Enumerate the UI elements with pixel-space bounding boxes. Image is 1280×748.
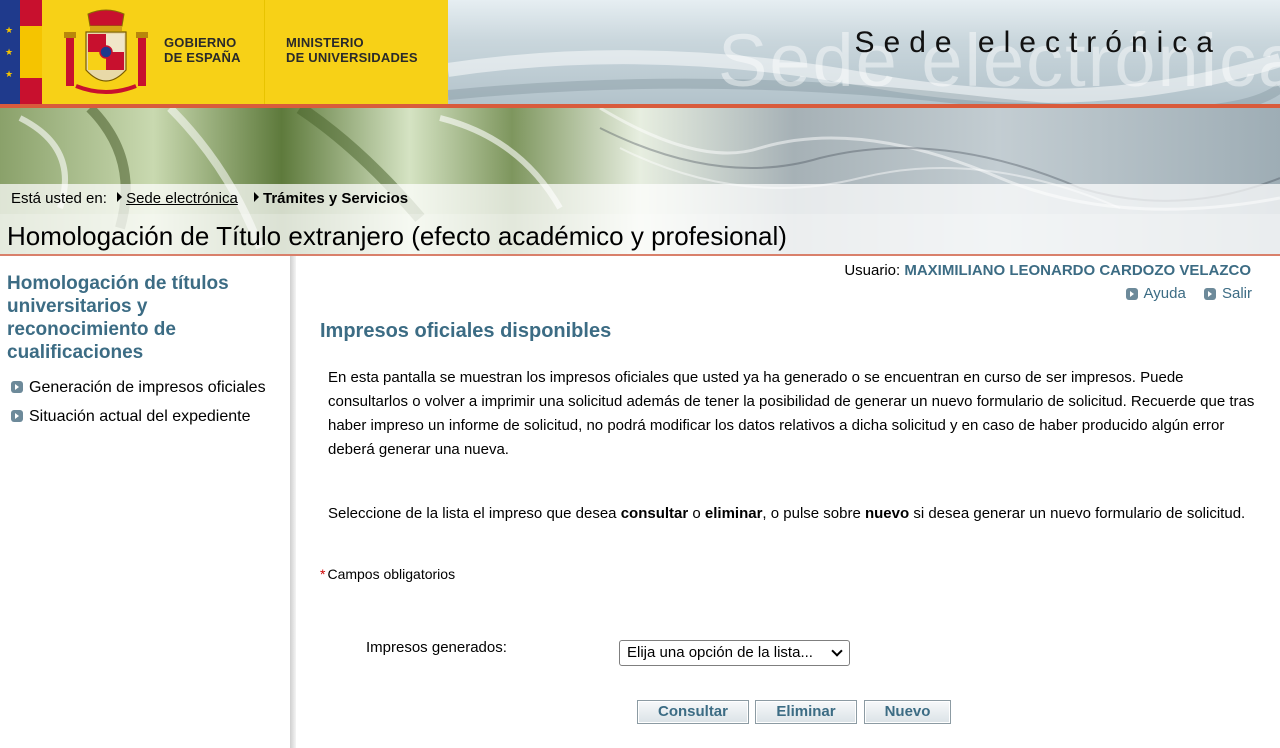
breadcrumb-prefix: Está usted en:: [11, 190, 107, 207]
site-title-area: Sede electrónica Sede electrónica: [448, 0, 1280, 104]
consult-button[interactable]: Consultar: [637, 700, 749, 724]
sidebar-item-label: Situación actual del expediente: [29, 408, 251, 425]
site-header: ★ ★ ★ GOBIERNO DE ESPAÑA MINISTERIO DE U…: [0, 0, 1280, 110]
hero-banner: Está usted en: Sede electrónica Trámites…: [0, 108, 1280, 255]
main-content: Usuario: MAXIMILIANO LEONARDO CARDOZO VE…: [296, 256, 1280, 748]
instruction-paragraph: Seleccione de la lista el impreso que de…: [328, 505, 1246, 522]
arrow-bullet-icon: [11, 410, 23, 422]
sidebar-item-file-status[interactable]: Situación actual del expediente: [11, 408, 251, 426]
delete-button[interactable]: Eliminar: [755, 700, 857, 724]
sidebar-heading: Homologación de títulos universitarios y…: [7, 273, 229, 363]
chevron-down-icon: [831, 645, 843, 657]
new-button[interactable]: Nuevo: [864, 700, 951, 724]
eu-star-icon: ★: [5, 25, 14, 35]
intro-paragraph: En esta pantalla se muestran los impreso…: [328, 369, 1255, 458]
required-fields-note: * Campos obligatorios: [320, 566, 456, 582]
required-asterisk: *: [320, 566, 326, 582]
help-link[interactable]: Ayuda: [1125, 285, 1186, 302]
generated-forms-select[interactable]: Elija una opción de la lista...: [619, 640, 850, 666]
sidebar-item-label: Generación de impresos oficiales: [29, 379, 266, 396]
site-title: Sede electrónica: [854, 26, 1222, 59]
utility-links: Ayuda Salir: [1112, 285, 1252, 302]
generated-forms-label: Impresos generados:: [366, 639, 507, 656]
coat-of-arms-icon: [64, 9, 148, 94]
ministry-name: MINISTERIO DE UNIVERSIDADES: [286, 35, 418, 65]
section-title: Impresos oficiales disponibles: [320, 320, 612, 342]
breadcrumb-arrow-icon: [254, 192, 259, 202]
breadcrumb-arrow-icon: [117, 192, 123, 202]
arrow-bullet-icon: [1125, 288, 1138, 300]
breadcrumb-link-sede[interactable]: Sede electrónica: [126, 190, 238, 207]
government-logo-block[interactable]: GOBIERNO DE ESPAÑA MINISTERIO DE UNIVERS…: [42, 0, 448, 104]
page-title: Homologación de Título extranjero (efect…: [7, 221, 787, 251]
arrow-bullet-icon: [11, 381, 23, 393]
select-value: Elija una opción de la lista...: [627, 644, 813, 661]
eu-star-icon: ★: [5, 69, 14, 79]
user-name: MAXIMILIANO LEONARDO CARDOZO VELAZCO: [904, 262, 1251, 279]
user-info: Usuario: MAXIMILIANO LEONARDO CARDOZO VE…: [844, 262, 1251, 279]
user-label: Usuario:: [844, 262, 901, 279]
sidebar: Homologación de títulos universitarios y…: [0, 256, 292, 748]
spain-flag-strip: ★ ★ ★: [0, 0, 42, 104]
government-name: GOBIERNO DE ESPAÑA: [164, 35, 241, 65]
sidebar-item-generate-forms[interactable]: Generación de impresos oficiales: [11, 379, 266, 397]
breadcrumb: Está usted en: Sede electrónica Trámites…: [11, 190, 408, 207]
arrow-bullet-icon: [1203, 288, 1216, 300]
eu-star-icon: ★: [5, 47, 14, 57]
breadcrumb-current: Trámites y Servicios: [263, 190, 409, 207]
logout-link[interactable]: Salir: [1203, 285, 1252, 302]
